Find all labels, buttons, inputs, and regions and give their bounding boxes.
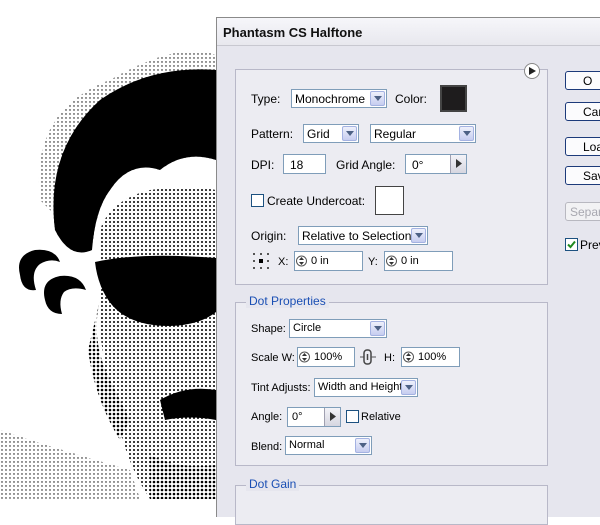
ok-button[interactable]: O — [565, 71, 600, 90]
origin-x-label: X: — [278, 256, 289, 268]
origin-x-value: 0 in — [311, 255, 329, 267]
dialog-title: Phantasm CS Halftone — [223, 25, 363, 40]
blend-label: Blend: — [251, 441, 283, 453]
pattern-style-value: Regular — [374, 127, 417, 141]
chevron-down-icon — [411, 228, 426, 243]
load-button[interactable]: Loa — [565, 137, 600, 156]
pattern-dropdown[interactable]: Grid — [303, 124, 359, 143]
save-button[interactable]: Sav — [565, 166, 600, 185]
preview-label: Prev — [580, 238, 600, 252]
create-undercoat-checkbox[interactable] — [251, 194, 264, 207]
dpi-value: 18 — [290, 158, 304, 172]
type-dropdown[interactable]: Monochrome — [291, 89, 387, 108]
preview-checkbox[interactable] — [565, 238, 578, 251]
origin-y-value: 0 in — [401, 255, 419, 267]
dot-gain-group — [235, 485, 548, 525]
scale-w-input[interactable]: 100% — [297, 347, 355, 367]
load-button-label: Loa — [583, 140, 600, 154]
grid-angle-value: 0° — [412, 158, 424, 172]
scale-h-input[interactable]: 100% — [401, 347, 460, 367]
tint-adjusts-value: Width and Height — [318, 381, 403, 393]
origin-y-label: Y: — [368, 256, 378, 268]
scale-w-value: 100% — [314, 351, 343, 363]
title-bar[interactable]: Phantasm CS Halftone — [217, 18, 600, 46]
pattern-style-dropdown[interactable]: Regular — [370, 124, 476, 143]
cancel-button-label: Can — [583, 105, 600, 119]
triangle-right-icon[interactable] — [450, 155, 466, 173]
separate-button[interactable]: Separ — [565, 202, 600, 221]
origin-label: Origin: — [251, 229, 287, 243]
triangle-right-icon — [529, 67, 536, 75]
checkmark-icon — [567, 240, 576, 249]
relative-label: Relative — [361, 411, 401, 423]
dot-properties-legend: Dot Properties — [246, 294, 329, 308]
grid-angle-input[interactable]: 0° — [405, 154, 467, 174]
chevron-down-icon — [342, 126, 357, 141]
scale-w-label: Scale W: — [251, 352, 295, 364]
grid-angle-label: Grid Angle: — [336, 158, 396, 172]
dpi-label: DPI: — [251, 158, 275, 172]
halftone-color-swatch[interactable] — [440, 85, 467, 112]
create-undercoat-label: Create Undercoat: — [267, 194, 366, 208]
angle-label: Angle: — [251, 411, 283, 423]
spinner-arrows-icon[interactable] — [296, 254, 307, 268]
flyout-menu-button[interactable] — [524, 63, 540, 79]
origin-y-input[interactable]: 0 in — [384, 251, 453, 271]
origin-value: Relative to Selection — [302, 229, 412, 243]
scale-h-value: 100% — [418, 351, 447, 363]
chevron-down-icon — [355, 438, 370, 453]
tint-adjusts-label: Tint Adjusts: — [251, 382, 311, 394]
ok-button-label: O — [583, 74, 593, 88]
color-label: Color: — [395, 92, 428, 106]
shape-dropdown[interactable]: Circle — [289, 319, 387, 338]
chevron-down-icon — [370, 321, 385, 336]
pattern-value: Grid — [307, 127, 330, 141]
chevron-down-icon — [459, 126, 474, 141]
undercoat-color-swatch[interactable] — [375, 186, 404, 215]
tint-adjusts-dropdown[interactable]: Width and Height — [314, 378, 418, 397]
save-button-label: Sav — [583, 169, 600, 183]
type-label: Type: — [251, 92, 281, 106]
chevron-down-icon — [370, 91, 385, 106]
angle-value: 0° — [292, 411, 303, 423]
shape-label: Shape: — [251, 323, 286, 335]
halftone-dialog: Phantasm CS Halftone Type: Monochrome Co… — [216, 17, 600, 525]
triangle-right-icon[interactable] — [324, 408, 340, 426]
chevron-down-icon — [401, 380, 416, 395]
origin-grid-icon[interactable] — [252, 252, 270, 270]
separate-button-label: Separ — [570, 205, 600, 219]
spinner-arrows-icon[interactable] — [386, 254, 397, 268]
chain-link-icon[interactable] — [360, 348, 376, 366]
dpi-input[interactable]: 18 — [283, 154, 326, 174]
cancel-button[interactable]: Can — [565, 102, 600, 121]
relative-checkbox[interactable] — [346, 410, 359, 423]
pattern-label: Pattern: — [251, 127, 294, 141]
blend-dropdown[interactable]: Normal — [285, 436, 372, 455]
shape-value: Circle — [293, 322, 322, 334]
angle-input[interactable]: 0° — [287, 407, 341, 427]
type-value: Monochrome — [295, 92, 366, 106]
blend-value: Normal — [289, 439, 325, 451]
origin-x-input[interactable]: 0 in — [294, 251, 363, 271]
spinner-arrows-icon[interactable] — [299, 350, 310, 364]
dot-gain-legend: Dot Gain — [246, 477, 300, 491]
scale-h-label: H: — [384, 352, 395, 364]
spinner-arrows-icon[interactable] — [403, 350, 414, 364]
origin-dropdown[interactable]: Relative to Selection — [298, 226, 428, 245]
